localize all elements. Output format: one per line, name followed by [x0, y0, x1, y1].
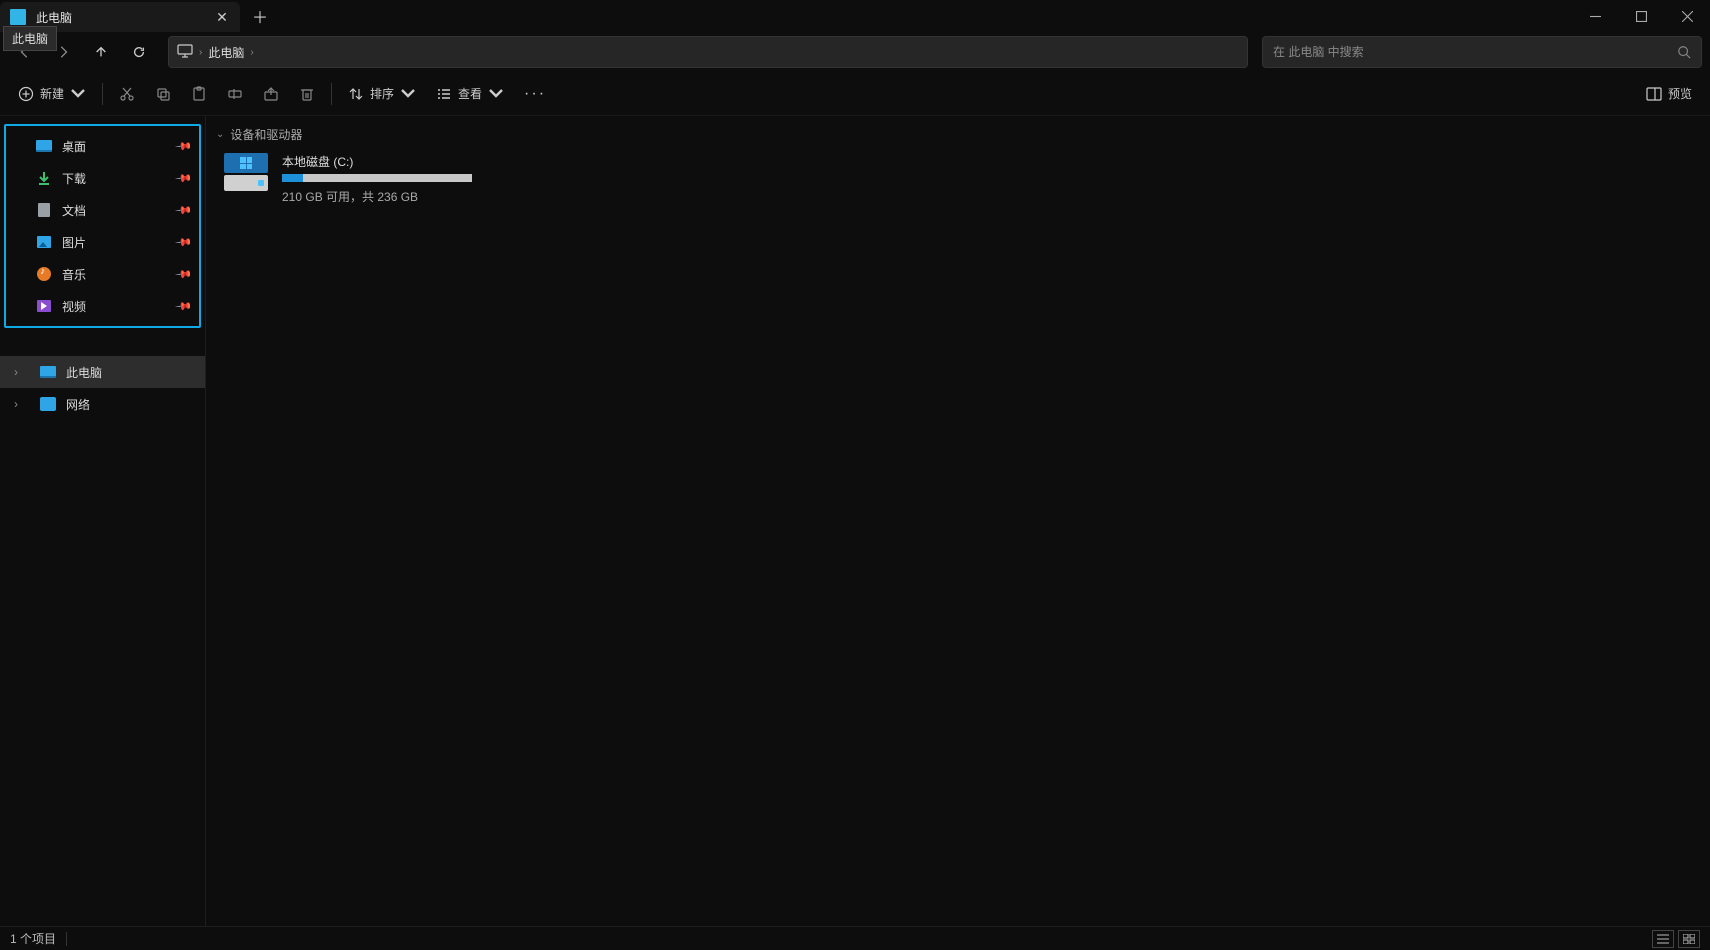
pin-icon: 📌 [175, 169, 194, 188]
chevron-down-icon: ⌄ [216, 129, 224, 140]
tab-title: 此电脑 [36, 9, 214, 26]
status-item-count: 1 个项目 [10, 930, 56, 947]
minimize-button[interactable] [1572, 0, 1618, 32]
chevron-down-icon [400, 86, 416, 102]
cut-button[interactable] [109, 78, 145, 110]
sidebar-item-music[interactable]: 音乐 📌 [6, 258, 199, 290]
delete-icon [299, 86, 315, 102]
address-row: › 此电脑 › [0, 32, 1710, 72]
chevron-right-icon[interactable]: › [14, 397, 26, 411]
sidebar-item-pictures[interactable]: 图片 📌 [6, 226, 199, 258]
preview-icon [1646, 86, 1662, 102]
pin-icon: 📌 [175, 297, 194, 316]
search-box[interactable] [1262, 36, 1702, 68]
sidebar-item-downloads[interactable]: 下载 📌 [6, 162, 199, 194]
sidebar: 桌面 📌 下载 📌 文档 📌 图片 📌 音乐 📌 [0, 116, 206, 926]
chevron-right-icon[interactable]: › [199, 47, 202, 58]
drive-item-c[interactable]: 本地磁盘 (C:) 210 GB 可用，共 236 GB [210, 147, 690, 211]
paste-button[interactable] [181, 78, 217, 110]
sort-label: 排序 [370, 85, 394, 102]
new-tab-button[interactable]: ＋ [240, 0, 280, 32]
paste-icon [191, 86, 207, 102]
drive-icon [224, 153, 268, 191]
maximize-button[interactable] [1618, 0, 1664, 32]
cut-icon [119, 86, 135, 102]
sidebar-item-documents[interactable]: 文档 📌 [6, 194, 199, 226]
pin-icon: 📌 [175, 265, 194, 284]
copy-icon [155, 86, 171, 102]
folder-icon [10, 9, 26, 25]
chevron-right-icon[interactable]: › [250, 47, 253, 58]
content-area[interactable]: ⌄ 设备和驱动器 本地磁盘 (C:) 210 GB 可用，共 236 GB [206, 116, 1710, 926]
sidebar-item-label: 文档 [62, 202, 86, 219]
copy-button[interactable] [145, 78, 181, 110]
sidebar-item-label: 下载 [62, 170, 86, 187]
tiles-view-button[interactable] [1678, 930, 1700, 948]
tab-tooltip: 此电脑 [3, 26, 57, 51]
group-header-label: 设备和驱动器 [230, 126, 302, 143]
preview-button[interactable]: 预览 [1636, 78, 1702, 110]
network-icon [40, 396, 56, 412]
sidebar-item-label: 音乐 [62, 266, 86, 283]
sidebar-item-label: 图片 [62, 234, 86, 251]
close-tab-icon[interactable]: ✕ [214, 9, 230, 25]
sidebar-item-label: 视频 [62, 298, 86, 315]
plus-circle-icon [18, 86, 34, 102]
sidebar-item-label: 网络 [66, 396, 90, 413]
sort-button[interactable]: 排序 [338, 78, 426, 110]
pictures-icon [36, 234, 52, 250]
sidebar-item-network[interactable]: › 网络 [0, 388, 205, 420]
view-icon [436, 86, 452, 102]
delete-button[interactable] [289, 78, 325, 110]
chevron-down-icon [70, 86, 86, 102]
rename-button[interactable] [217, 78, 253, 110]
sidebar-item-label: 桌面 [62, 138, 86, 155]
title-bar: 此电脑 ✕ ＋ [0, 0, 1710, 32]
view-label: 查看 [458, 85, 482, 102]
chevron-right-icon[interactable]: › [14, 365, 26, 379]
more-button[interactable]: ··· [514, 78, 556, 110]
preview-label: 预览 [1668, 85, 1692, 102]
monitor-icon [177, 44, 193, 61]
breadcrumb-location[interactable]: 此电脑 [208, 44, 244, 61]
close-window-button[interactable] [1664, 0, 1710, 32]
quick-access-group: 桌面 📌 下载 📌 文档 📌 图片 📌 音乐 📌 [4, 124, 201, 328]
new-label: 新建 [40, 85, 64, 102]
download-icon [36, 170, 52, 186]
search-icon [1677, 45, 1691, 59]
sidebar-item-label: 此电脑 [66, 364, 102, 381]
address-bar[interactable]: › 此电脑 › [168, 36, 1248, 68]
sidebar-item-this-pc[interactable]: › 此电脑 [0, 356, 205, 388]
pc-icon [40, 364, 56, 380]
group-header-devices[interactable]: ⌄ 设备和驱动器 [210, 122, 1706, 147]
pin-icon: 📌 [175, 233, 194, 252]
drive-name: 本地磁盘 (C:) [282, 153, 676, 170]
video-icon [36, 298, 52, 314]
details-view-button[interactable] [1652, 930, 1674, 948]
pin-icon: 📌 [175, 137, 194, 156]
music-icon [36, 266, 52, 282]
chevron-down-icon [488, 86, 504, 102]
rename-icon [227, 86, 243, 102]
share-button[interactable] [253, 78, 289, 110]
search-input[interactable] [1273, 45, 1677, 59]
document-icon [36, 202, 52, 218]
share-icon [263, 86, 279, 102]
drive-usage-bar [282, 174, 472, 182]
sidebar-item-desktop[interactable]: 桌面 📌 [6, 130, 199, 162]
up-button[interactable] [84, 35, 118, 69]
refresh-button[interactable] [122, 35, 156, 69]
drive-capacity: 210 GB 可用，共 236 GB [282, 188, 676, 205]
toolbar: 新建 排序 查看 ··· 预览 [0, 72, 1710, 116]
sort-icon [348, 86, 364, 102]
view-button[interactable]: 查看 [426, 78, 514, 110]
new-button[interactable]: 新建 [8, 78, 96, 110]
pin-icon: 📌 [175, 201, 194, 220]
status-bar: 1 个项目 [0, 926, 1710, 950]
sidebar-item-videos[interactable]: 视频 📌 [6, 290, 199, 322]
desktop-icon [36, 138, 52, 154]
